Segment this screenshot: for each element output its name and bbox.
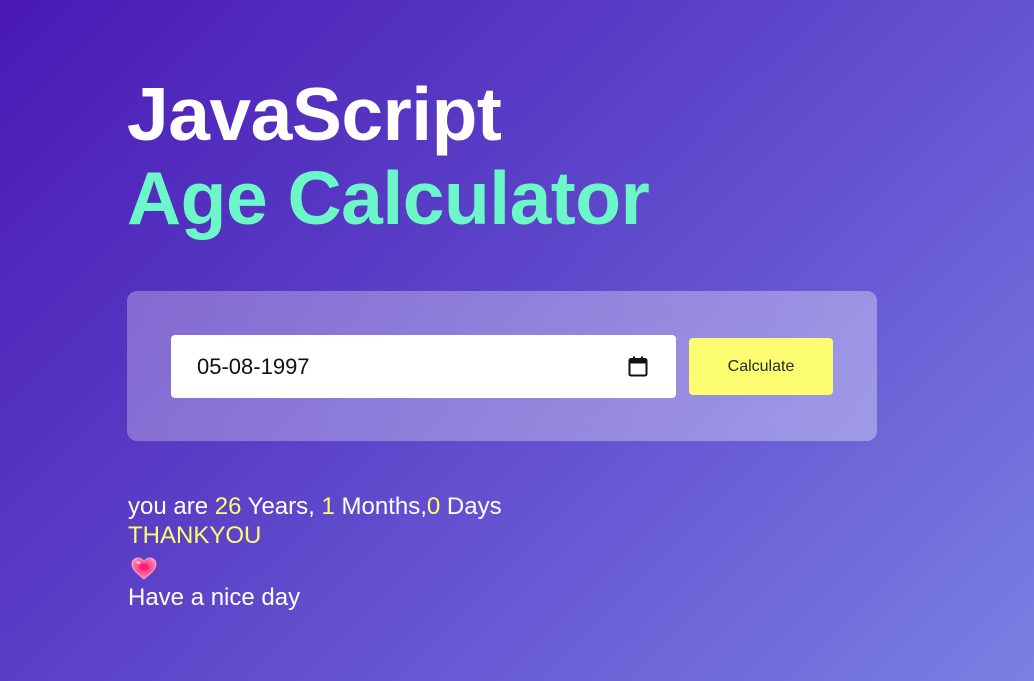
months-value: 1 (321, 493, 335, 520)
days-label: Days (440, 493, 502, 520)
title-line-age-calculator: Age Calculator (127, 156, 650, 240)
page-title: JavaScript Age Calculator (127, 72, 650, 240)
closing-message: Have a nice day (128, 584, 301, 611)
heart-icon (131, 557, 157, 580)
years-value: 26 (214, 493, 242, 520)
calendar-icon[interactable] (628, 356, 648, 377)
calculate-button[interactable]: Calculate (689, 338, 833, 395)
thankyou-text: THANKYOU (128, 522, 262, 549)
age-result: you are 26 Years, 1 Months,0 Days (128, 492, 502, 521)
months-label: Months, (334, 493, 427, 520)
years-label: Years, (241, 493, 322, 520)
days-value: 0 (426, 493, 441, 520)
birthdate-value: 05-08-1997 (197, 354, 310, 379)
title-line-javascript: JavaScript (127, 72, 502, 156)
birthdate-input[interactable]: 05-08-1997 (171, 335, 676, 398)
input-card: 05-08-1997 Calculate (127, 291, 877, 441)
result-prefix: you are (128, 493, 215, 520)
